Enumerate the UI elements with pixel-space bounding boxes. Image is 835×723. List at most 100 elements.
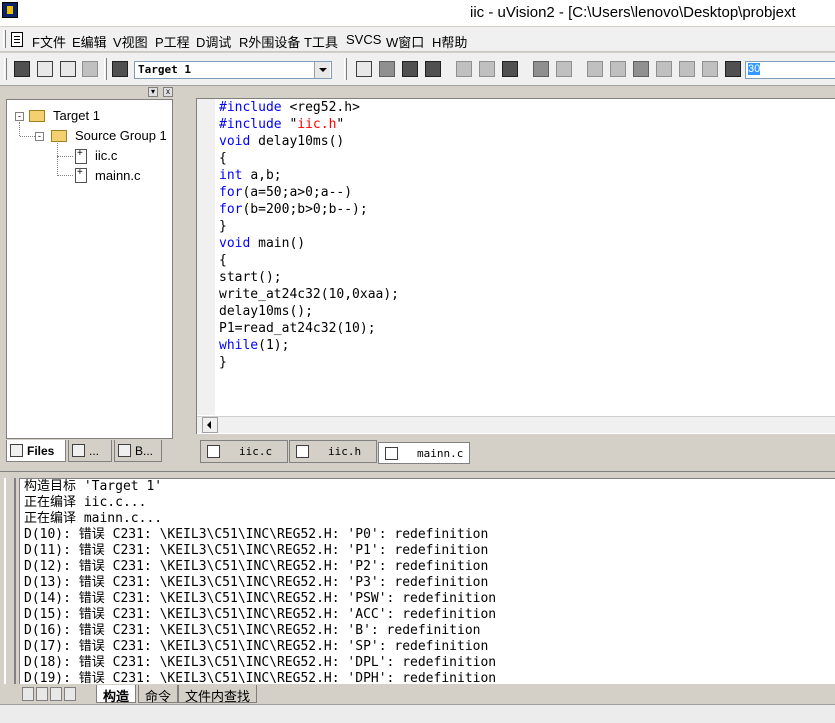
toolbar-grip-handle[interactable] xyxy=(104,58,107,80)
tree-item-source-group[interactable]: Source Group 1 xyxy=(75,128,167,143)
menu-svcs[interactable]: SVCS xyxy=(346,32,381,47)
code-line[interactable]: } xyxy=(219,354,399,371)
code-token: delay10ms(); xyxy=(219,304,313,319)
open-file-icon[interactable] xyxy=(379,61,395,77)
editor-tab-iic-h[interactable]: iic.h xyxy=(289,440,377,463)
project-tabs: Files ... B... xyxy=(6,440,173,462)
tree-item-file[interactable]: mainn.c xyxy=(95,168,141,183)
code-line[interactable]: while(1); xyxy=(219,337,399,354)
prev-tab-icon[interactable] xyxy=(36,687,48,701)
tree-item-target[interactable]: Target 1 xyxy=(53,108,100,123)
stop-build-icon[interactable] xyxy=(82,61,98,77)
menu-debug[interactable]: D调试 xyxy=(196,32,231,51)
build-output[interactable]: 构造目标 'Target 1' 正在编译 iic.c... 正在编译 mainn.c… xyxy=(19,478,835,684)
next-tab-icon[interactable] xyxy=(50,687,62,701)
tab-registers[interactable]: ... xyxy=(68,440,112,462)
code-line[interactable]: P1=read_at24c32(10); xyxy=(219,320,399,337)
code-line[interactable]: #include "iic.h" xyxy=(219,116,399,133)
horizontal-scrollbar[interactable] xyxy=(197,416,835,433)
code-token: delay10ms() xyxy=(258,134,345,149)
code-token: (b=200;b>0;b--); xyxy=(242,202,368,217)
last-tab-icon[interactable] xyxy=(64,687,76,701)
prev-bookmark-icon[interactable] xyxy=(679,61,695,77)
code-token: void xyxy=(219,236,259,251)
copy-icon[interactable] xyxy=(479,61,495,77)
find-input-value: 30 xyxy=(748,63,761,75)
code-text[interactable]: #include <reg52.h> #include "iic.h" void d… xyxy=(219,99,399,371)
panel-dropdown-icon[interactable]: ▾ xyxy=(148,87,158,97)
menu-window[interactable]: W窗口 xyxy=(386,32,424,51)
registers-tab-icon xyxy=(72,444,85,457)
chevron-down-icon[interactable] xyxy=(314,62,330,78)
code-line[interactable]: void delay10ms() xyxy=(219,133,399,150)
collapse-icon[interactable]: - xyxy=(15,112,24,121)
code-line[interactable]: { xyxy=(219,252,399,269)
tab-books[interactable]: B... xyxy=(114,440,162,462)
unindent-icon[interactable] xyxy=(610,61,626,77)
next-bookmark-icon[interactable] xyxy=(656,61,672,77)
scroll-left-icon[interactable] xyxy=(202,417,218,433)
menu-tools[interactable]: T工具 xyxy=(304,32,338,51)
code-line[interactable]: delay10ms(); xyxy=(219,303,399,320)
menu-project[interactable]: P工程 xyxy=(155,32,190,51)
menu-file[interactable]: F文件 xyxy=(32,32,66,51)
code-line[interactable]: write_at24c32(10,0xaa); xyxy=(219,286,399,303)
file-icon xyxy=(207,445,220,458)
output-tab-build[interactable]: 构造 xyxy=(96,685,137,704)
toolbar xyxy=(0,53,835,86)
editor-gutter xyxy=(197,99,215,415)
tree-line xyxy=(57,156,73,157)
menu-peripherals[interactable]: R外围设备 xyxy=(239,32,300,51)
code-token: } xyxy=(219,219,227,234)
save-icon[interactable] xyxy=(402,61,418,77)
build-icon[interactable] xyxy=(37,61,53,77)
new-file-icon[interactable] xyxy=(356,61,372,77)
collapse-icon[interactable]: - xyxy=(35,132,44,141)
tab-files[interactable]: Files xyxy=(6,440,66,462)
clear-bookmarks-icon[interactable] xyxy=(702,61,718,77)
bookmark-icon[interactable] xyxy=(633,61,649,77)
code-line[interactable]: { xyxy=(219,150,399,167)
output-line: D(19): 错误 C231: \KEIL3\C51\INC\REG52.H: … xyxy=(24,671,497,684)
find-input[interactable]: 30 xyxy=(745,61,835,79)
menu-help[interactable]: H帮助 xyxy=(432,32,467,51)
tree-item-file[interactable]: iic.c xyxy=(95,148,117,163)
toolbar-grip-handle[interactable] xyxy=(344,58,347,80)
target-select[interactable]: Target 1 xyxy=(134,61,332,79)
editor-tab-iic-c[interactable]: iic.c xyxy=(200,440,288,463)
indent-icon[interactable] xyxy=(587,61,603,77)
translate-icon[interactable] xyxy=(14,61,30,77)
menu-edit[interactable]: E编辑 xyxy=(72,32,107,51)
rebuild-icon[interactable] xyxy=(60,61,76,77)
code-line[interactable]: int a,b; xyxy=(219,167,399,184)
close-icon[interactable]: x xyxy=(163,87,173,97)
code-line[interactable]: start(); xyxy=(219,269,399,286)
code-line[interactable]: void main() xyxy=(219,235,399,252)
document-menu-icon[interactable] xyxy=(11,32,23,47)
toolbar-grip-handle[interactable] xyxy=(4,58,7,80)
code-token: main() xyxy=(258,236,306,251)
code-line[interactable]: #include <reg52.h> xyxy=(219,99,399,116)
undo-icon[interactable] xyxy=(533,61,549,77)
paste-icon[interactable] xyxy=(502,61,518,77)
output-panel-grip[interactable] xyxy=(4,478,16,684)
code-line[interactable]: for(a=50;a>0;a--) xyxy=(219,184,399,201)
editor-tab-mainn-c[interactable]: mainn.c xyxy=(378,442,470,464)
target-options-icon[interactable] xyxy=(112,61,128,77)
redo-icon[interactable] xyxy=(556,61,572,77)
folder-icon xyxy=(51,130,67,142)
output-line: 正在编译 iic.c... xyxy=(24,495,147,510)
editor-tab-label: iic.h xyxy=(328,445,362,458)
menu-grip-handle[interactable] xyxy=(3,30,6,48)
cut-icon[interactable] xyxy=(456,61,472,77)
output-tab-find-in-files[interactable]: 文件内查找 xyxy=(178,685,258,704)
code-line[interactable]: for(b=200;b>0;b--); xyxy=(219,201,399,218)
output-tab-command[interactable]: 命令 xyxy=(138,685,179,704)
code-line[interactable]: } xyxy=(219,218,399,235)
c-file-icon xyxy=(75,148,87,164)
find-in-files-icon[interactable] xyxy=(725,61,741,77)
save-all-icon[interactable] xyxy=(425,61,441,77)
first-tab-icon[interactable] xyxy=(22,687,34,701)
uvision-app-icon[interactable] xyxy=(2,2,18,18)
menu-view[interactable]: V视图 xyxy=(113,32,148,51)
